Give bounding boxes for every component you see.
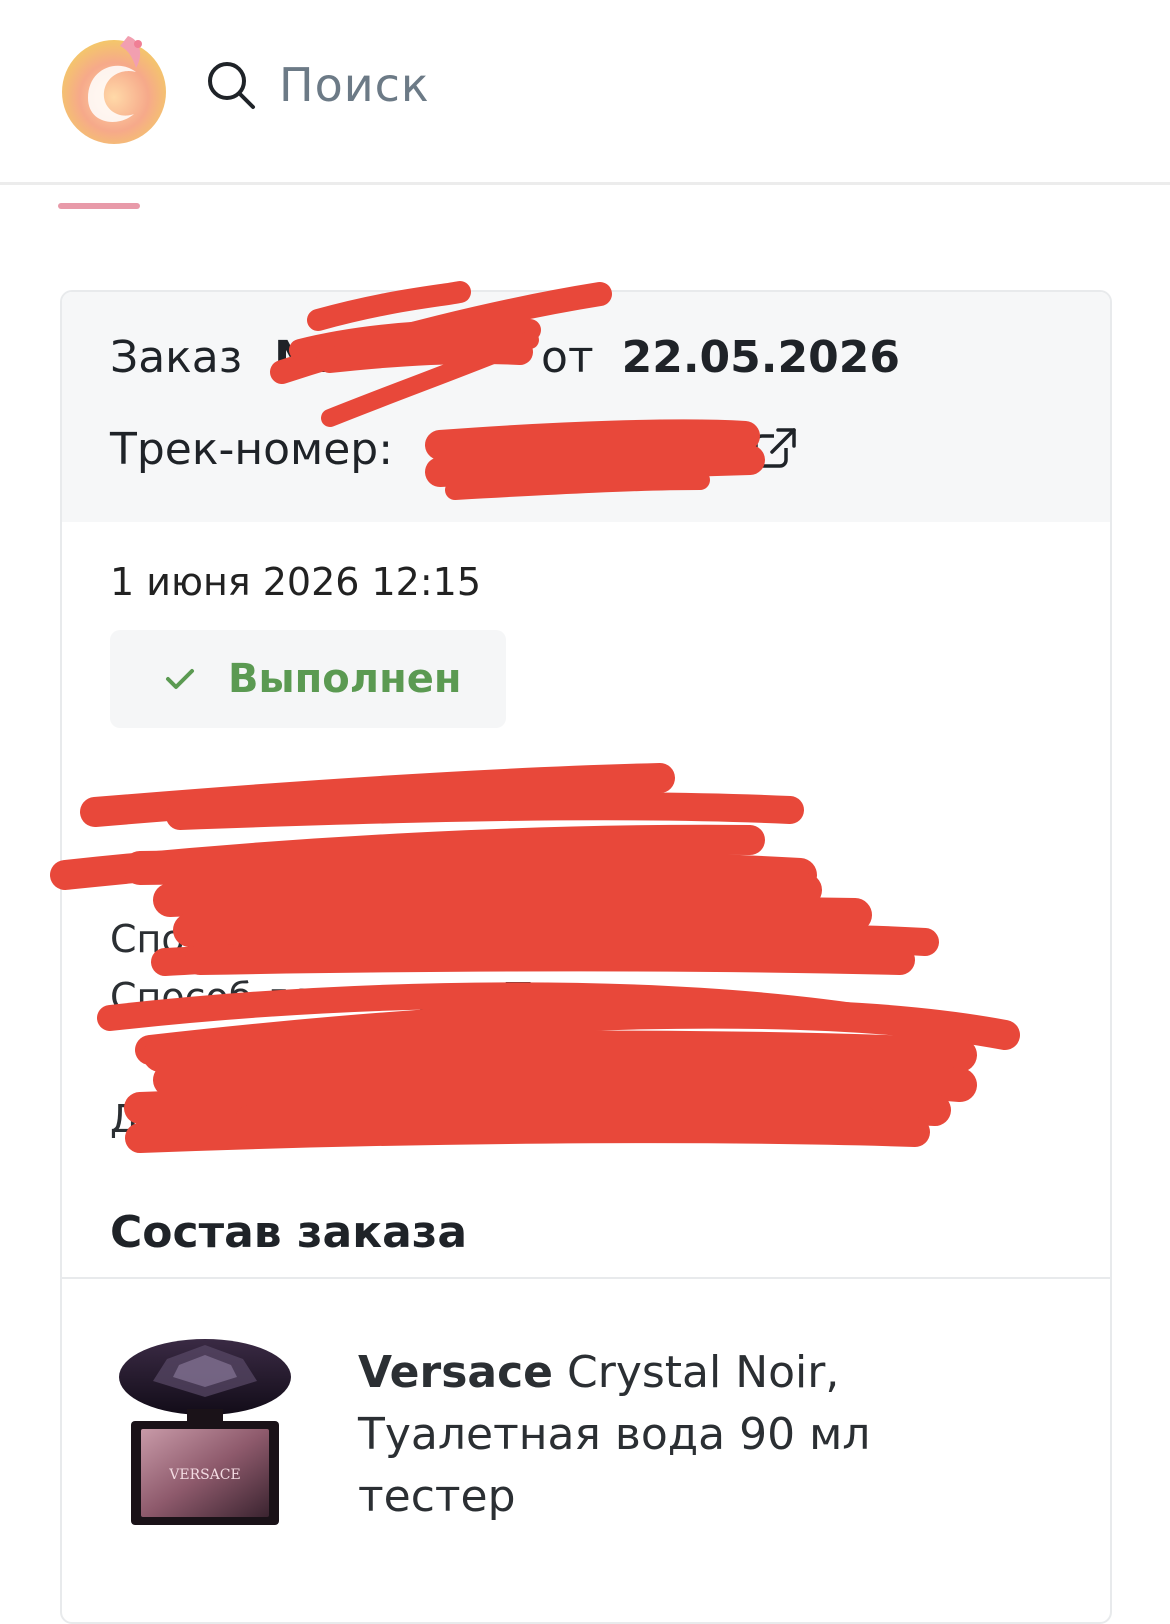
- payment-method-row: Способ оплаты: [110, 917, 412, 961]
- status-text: Выполнен: [228, 656, 462, 702]
- order-timestamp: 1 июня 2026 12:15: [110, 560, 482, 604]
- order-from-label: от: [541, 332, 594, 383]
- track-number-label: Трек-номер:: [110, 424, 394, 475]
- product-variant: тестер: [358, 1471, 516, 1522]
- delivery-method-label: Способ доставки: [110, 975, 451, 1019]
- date-row-label: Дата: [110, 1097, 209, 1141]
- track-number-row: Трек-номер:: [110, 424, 393, 475]
- date-row: Дата: [110, 1097, 208, 1141]
- order-items-title: Состав заказа: [110, 1207, 468, 1258]
- product-description: Туалетная вода 90 мл: [358, 1409, 871, 1460]
- product-bottle-label: VERSACE: [168, 1467, 241, 1483]
- status-badge: Выполнен: [110, 630, 506, 728]
- product-brand: Versace: [358, 1347, 553, 1398]
- check-icon: [166, 669, 194, 689]
- product-title[interactable]: Versace Crystal Noir, Туалетная вода 90 …: [358, 1342, 1018, 1528]
- external-link-icon[interactable]: [752, 426, 798, 472]
- order-label: Заказ: [110, 332, 243, 383]
- payment-method-label: Способ оплаты: [110, 917, 413, 961]
- order-title: Заказ № от 22.05.2026: [110, 332, 900, 383]
- search-placeholder[interactable]: Поиск: [279, 58, 430, 112]
- active-tab-indicator: [58, 203, 140, 209]
- section-divider: [62, 1277, 1110, 1279]
- order-card-header: Заказ № от 22.05.2026 Трек-номер:: [62, 292, 1110, 522]
- product-name: Crystal Noir,: [567, 1347, 840, 1398]
- order-number: №: [274, 332, 328, 383]
- app-header: Поиск: [0, 0, 1170, 185]
- order-card: Заказ № от 22.05.2026 Трек-номер: 1 июня…: [60, 290, 1112, 1624]
- app-logo[interactable]: [58, 28, 172, 148]
- delivery-method-row: Способ доставки Пункт: [110, 975, 633, 1019]
- search-icon: [208, 62, 255, 109]
- search-bar[interactable]: Поиск: [205, 55, 430, 115]
- product-image[interactable]: VERSACE: [117, 1337, 293, 1529]
- delivery-method-value: Пункт: [502, 975, 633, 1019]
- order-date: 22.05.2026: [621, 332, 900, 383]
